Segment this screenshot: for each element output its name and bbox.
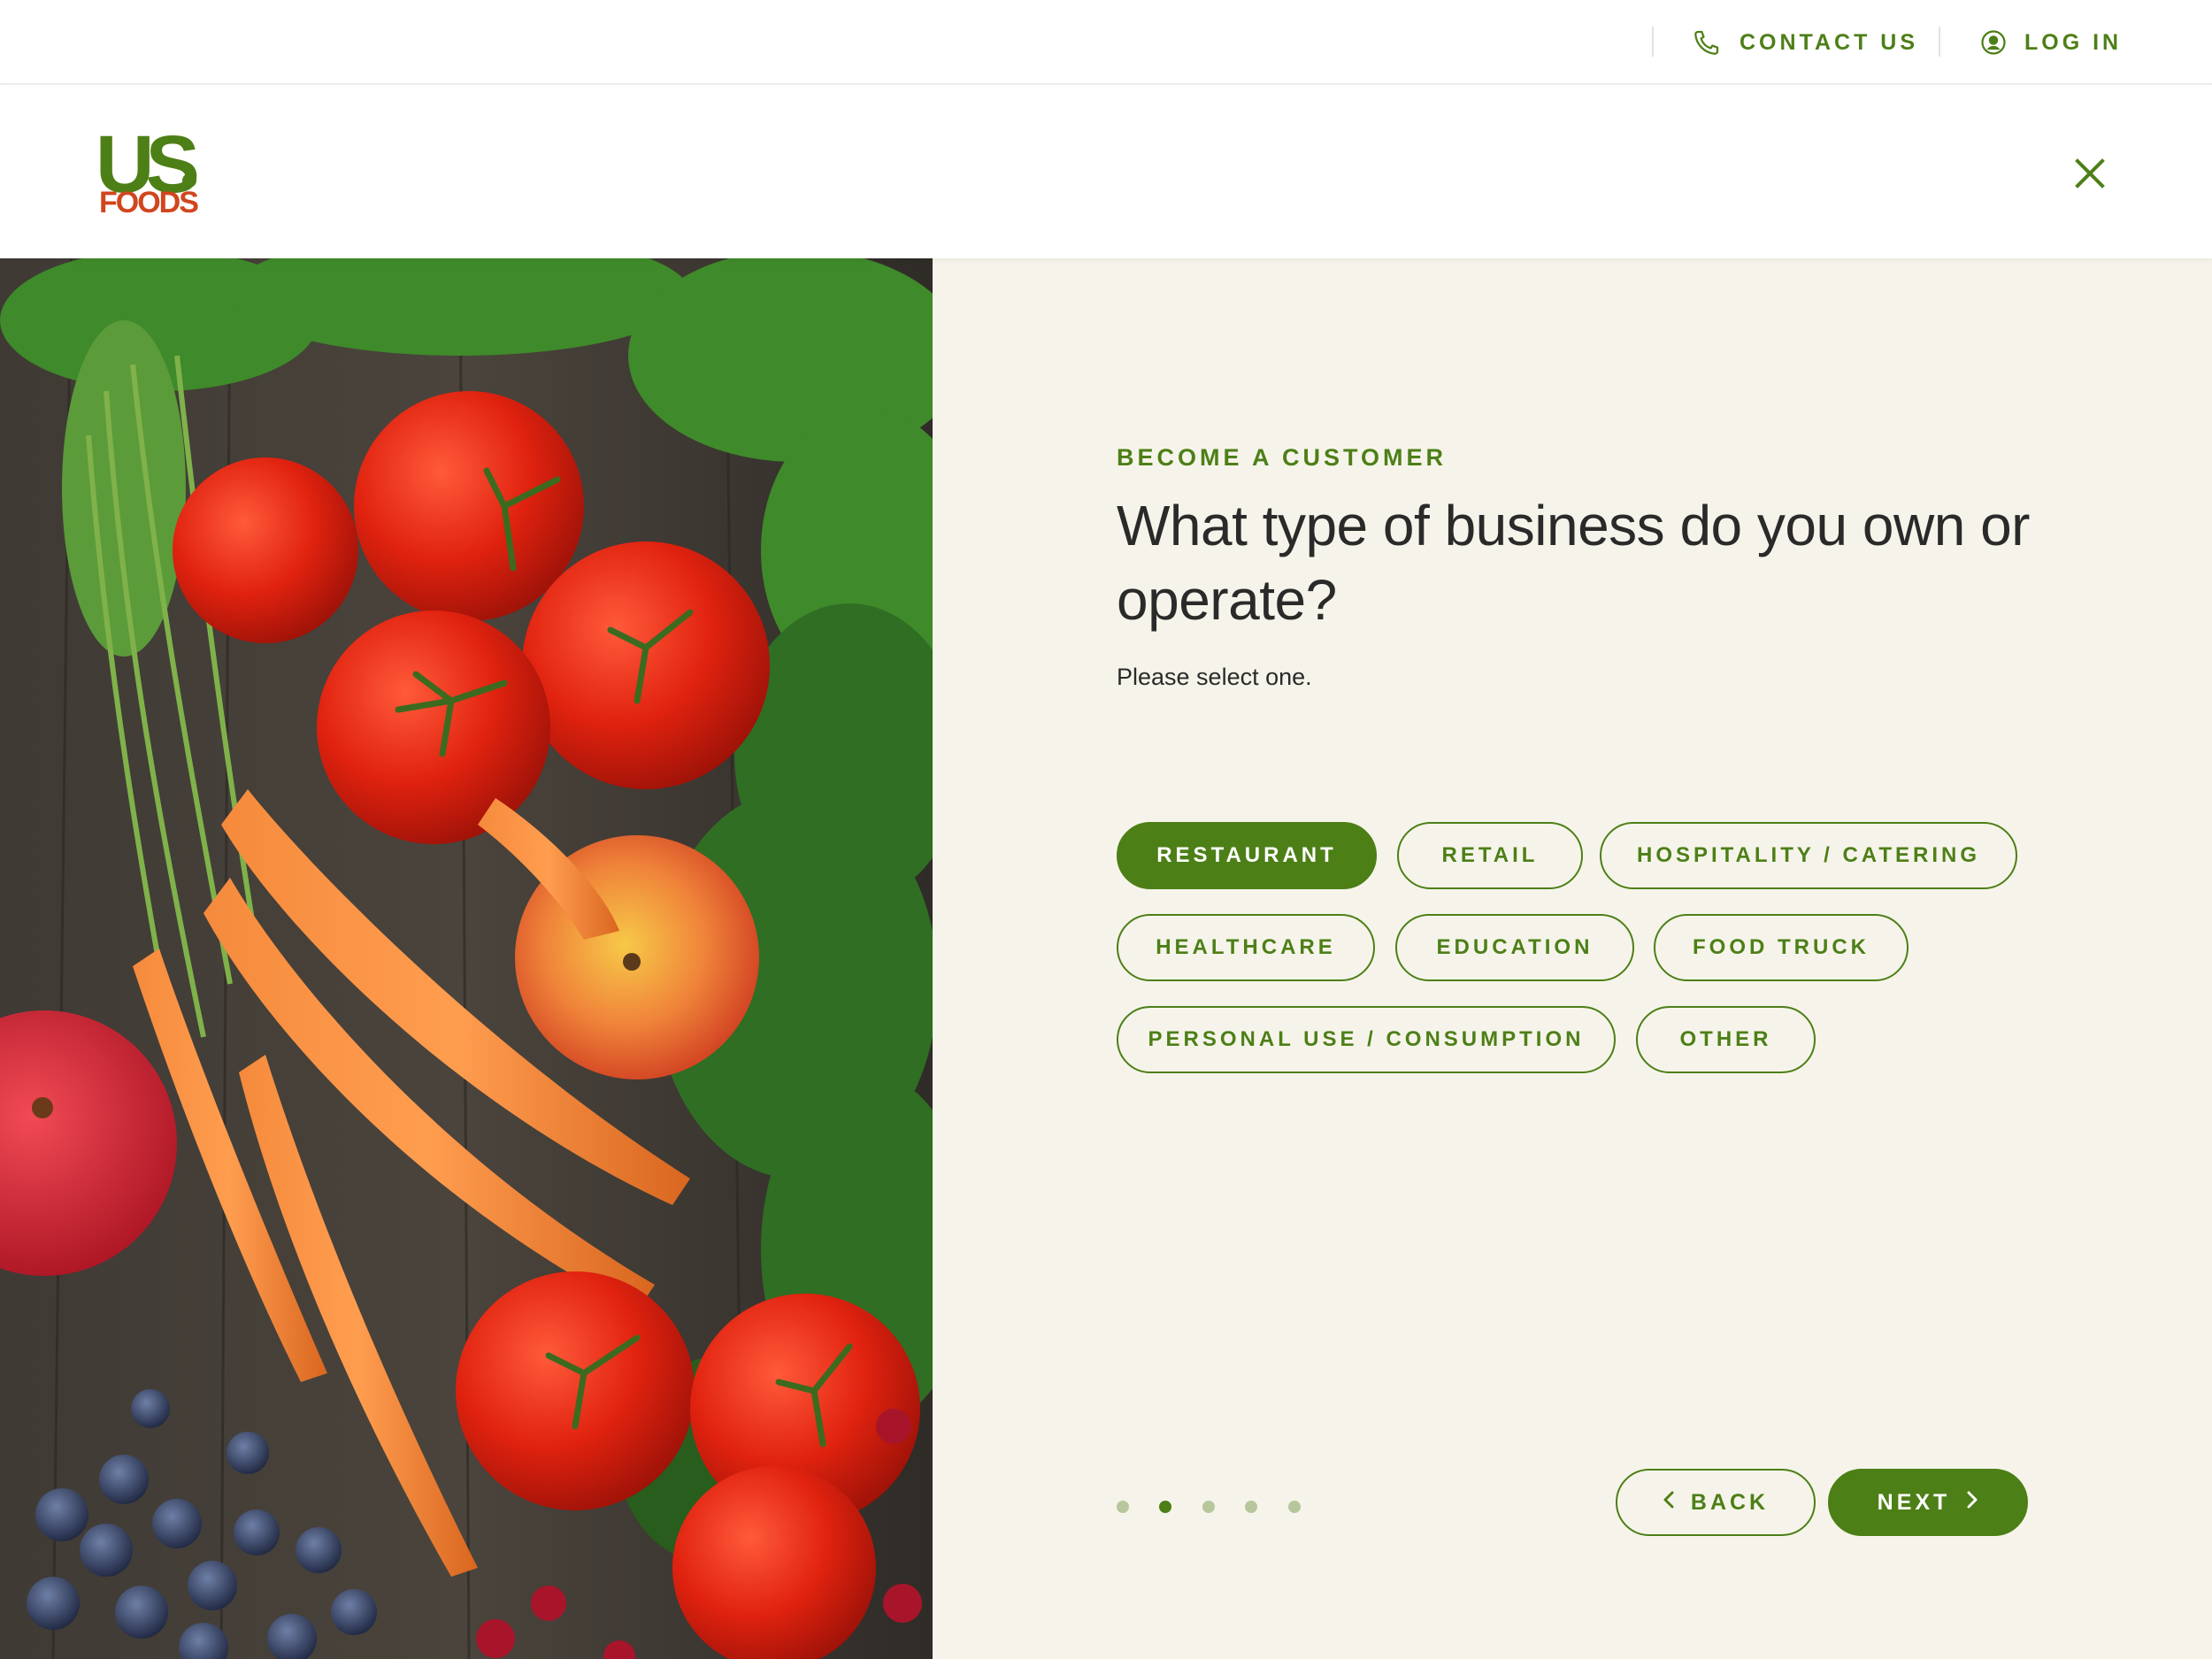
step-dot [1202,1501,1215,1513]
us-foods-logo[interactable]: US FOODS [96,124,202,221]
question-subtitle: Please select one. [1117,664,1312,690]
utility-divider [1652,27,1654,57]
option-restaurant[interactable]: RESTAURANT [1117,822,1377,889]
phone-icon [1692,27,1722,58]
option-personal-use[interactable]: PERSONAL USE / CONSUMPTION [1117,1006,1616,1073]
main-header: US FOODS [0,87,2212,258]
back-button[interactable]: BACK [1616,1469,1816,1536]
question-title: What type of business do you own or oper… [1117,494,2030,632]
option-other[interactable]: OTHER [1636,1006,1816,1073]
option-food-truck[interactable]: FOOD TRUCK [1654,914,1909,981]
log-in-label: LOG IN [2024,29,2123,55]
next-label: NEXT [1877,1489,1951,1515]
utility-divider [1939,27,1940,57]
chevron-right-icon [1966,1490,1978,1516]
next-button[interactable]: NEXT [1828,1469,2028,1536]
option-retail[interactable]: RETAIL [1397,822,1583,889]
user-circle-icon [1980,29,2007,56]
eyebrow-label: BECOME A CUSTOMER [1117,444,1448,471]
log-in-link[interactable]: LOG IN [1980,25,2122,60]
step-dot-active [1159,1501,1171,1513]
contact-us-label: CONTACT US [1740,29,1919,55]
option-hospitality-catering[interactable]: HOSPITALITY / CATERING [1600,822,2017,889]
logo-foods-text: FOODS [99,186,199,219]
step-dot [1245,1501,1257,1513]
form-panel: BECOME A CUSTOMER What type of business … [933,258,2212,1659]
option-healthcare[interactable]: HEALTHCARE [1117,914,1375,981]
back-label: BACK [1690,1489,1770,1515]
close-icon[interactable] [2070,154,2109,193]
step-dot [1288,1501,1301,1513]
produce-image [0,258,933,1659]
utility-bar: CONTACT US LOG IN [0,0,2212,85]
option-education[interactable]: EDUCATION [1395,914,1634,981]
step-dot [1117,1501,1129,1513]
chevron-left-icon [1663,1490,1675,1516]
contact-us-link[interactable]: CONTACT US [1692,25,1918,60]
